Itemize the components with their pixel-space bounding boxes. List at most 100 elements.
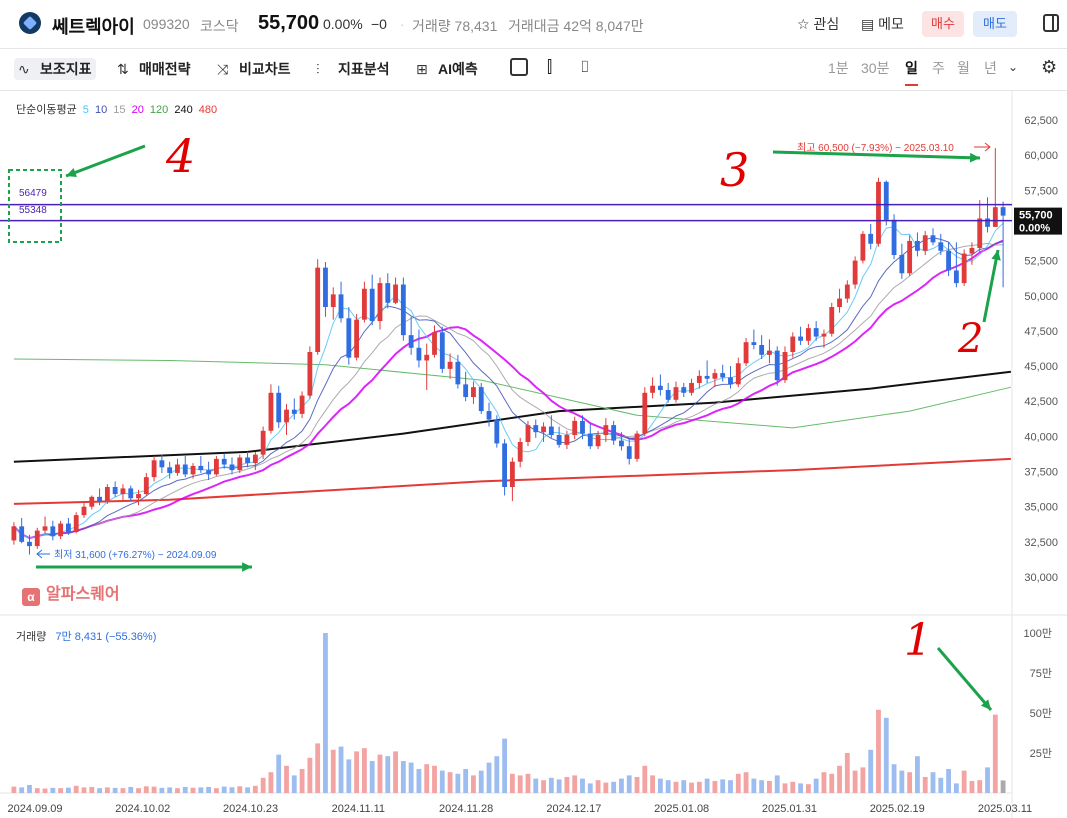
watch-button[interactable]: ☆ 관심 [797,14,839,34]
candle [478,382,484,414]
compare-chart-button[interactable]: ⤨ 비교차트 [217,58,291,80]
candle [112,481,118,497]
candle [673,381,679,403]
period-month[interactable]: 월 [957,58,970,78]
candle [19,517,25,544]
volume-bar [743,772,749,793]
candle-body [66,523,71,533]
candle [743,337,749,367]
stock-name[interactable]: 쎄트렉아이 [52,13,135,39]
period-week[interactable]: 주 [932,58,945,78]
candle [548,415,554,438]
candle-type-icon[interactable]: ⫿ [547,57,552,79]
volume-tick-label: 25만 [1030,747,1052,760]
candle-body [34,530,40,547]
side-panel-toggle-icon[interactable] [1043,14,1059,32]
ai-prediction-button[interactable]: ⊞ AI예측 [416,58,478,80]
candle-body [455,361,461,385]
y-tick-label: 57,500 [1024,185,1058,197]
candle-body [260,430,266,455]
candle-body [564,434,570,445]
volume-bar [346,759,352,793]
volume-bar [751,778,757,793]
candle-body [198,465,204,471]
volume-bar [767,781,772,793]
period-30min[interactable]: 30분 [861,58,889,78]
candle-body [533,425,539,433]
candle-body [206,470,212,475]
volume-bar [136,788,141,793]
price-chart[interactable]: 5647955348 62,50060,00057,50055,00052,50… [0,90,1067,818]
trading-strategy-button[interactable]: ⇅ 매매전략 [117,58,191,80]
candle [416,329,422,368]
period-day[interactable]: 일 [905,58,918,86]
volume-bar [97,788,102,793]
volume-bar [790,781,796,793]
candle [377,277,383,330]
candle-body [852,260,858,285]
candle-body [985,218,990,227]
candle [735,357,741,388]
candle [245,451,250,468]
period-1min[interactable]: 1분 [828,58,849,78]
volume-bar [455,773,461,793]
candle-body [73,515,79,533]
candle [930,228,936,246]
gear-icon[interactable]: ⚙ [1041,57,1057,78]
hand-number-1: 1 [904,615,932,666]
candle-body [151,460,157,478]
indicator-button[interactable]: ∿ 보조지표 [14,58,96,80]
candle [50,520,56,541]
candle [681,382,687,398]
candle-body [782,352,788,381]
ma240-line [13,370,1012,463]
volume-bar [268,772,274,793]
candle [307,346,313,399]
memo-icon: ▤ [861,16,875,32]
candle [104,484,110,504]
volume-bar [969,781,975,793]
indicator-label: 보조지표 [40,61,92,77]
volume-bar [213,788,219,793]
buy-button[interactable]: 매수 [922,11,964,37]
candle-body [525,425,531,443]
candle-body [689,382,694,393]
volume-bar [424,764,430,793]
volume-bar [930,772,936,793]
horizontal-line-label: 55348 [19,205,47,216]
sell-button[interactable]: 매도 [973,11,1017,37]
candle-body [915,240,920,251]
square-tool-icon[interactable] [510,58,528,76]
memo-button[interactable]: ▤ 메모 [861,14,904,34]
volume-bar [182,786,188,793]
candle-body [603,425,609,435]
x-tick-label: 2024.11.11 [332,803,385,815]
volume-bar [525,773,531,793]
indicator-analysis-button[interactable]: ⫶ 지표분석 [316,58,390,80]
period-year[interactable]: 년 [984,58,997,78]
candle-body [611,425,617,441]
volume-bar [782,783,788,793]
chevron-down-icon[interactable]: ⌄ [1008,60,1018,74]
candle [206,461,212,480]
candle [229,457,235,475]
candle [338,281,344,323]
candle-body [213,458,219,475]
candle-body [229,464,235,471]
volume-bar [634,777,640,793]
volume-bar [120,788,126,793]
volume-bar [720,779,726,793]
volume-bar [463,769,469,793]
candle-body [276,392,282,423]
candle-body [922,235,928,251]
volume-bar [689,782,694,793]
volume-bar [837,765,842,793]
volume-bar [143,786,149,793]
candle-body [767,350,772,355]
candle [876,177,881,247]
volume-bar [159,787,165,793]
candle-body [891,219,897,255]
volume-bar [533,778,539,793]
camera-icon[interactable]: ⌷ [580,57,590,79]
candle [728,366,733,389]
